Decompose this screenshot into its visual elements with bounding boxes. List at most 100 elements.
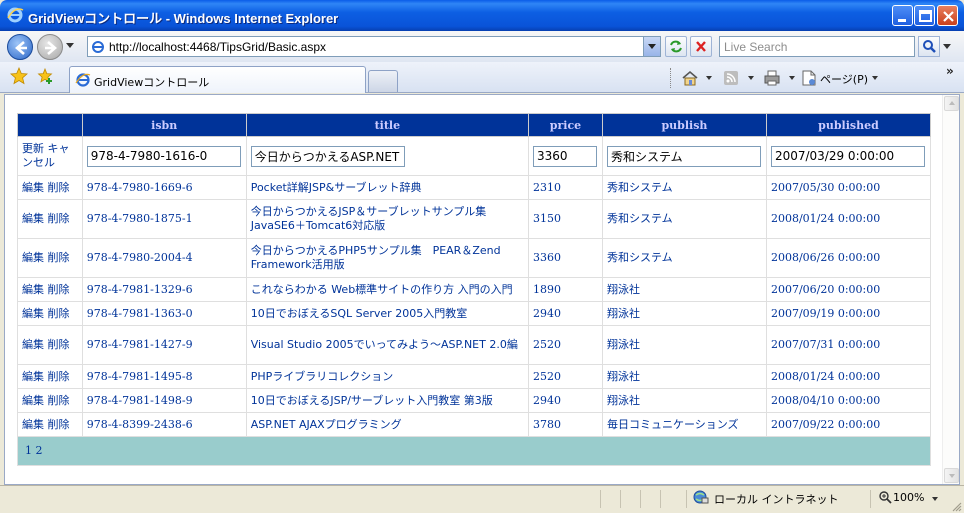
cell-isbn: 978-4-7981-1329-6 <box>81 277 247 302</box>
header-price[interactable]: price <box>527 113 603 137</box>
page-menu-label: ページ(P) <box>820 73 868 86</box>
close-button[interactable] <box>937 5 958 26</box>
zoom-level[interactable]: 100% <box>893 491 924 504</box>
page-menu-button[interactable]: ページ(P) <box>800 68 880 88</box>
new-tab-button[interactable] <box>368 70 398 92</box>
published-input[interactable] <box>770 145 925 167</box>
header-publish[interactable]: publish <box>601 113 767 137</box>
header-published[interactable]: published <box>765 113 932 137</box>
isbn-input[interactable] <box>86 145 241 167</box>
cell-price: 3150 <box>527 199 603 239</box>
edit-link[interactable]: 編集 <box>22 307 44 320</box>
cell-published: 2007/09/19 0:00:00 <box>765 301 932 326</box>
edit-link[interactable]: 編集 <box>22 212 44 225</box>
edit-link[interactable]: 編集 <box>22 370 44 383</box>
cell-title: ASP.NET AJAXプログラミング <box>245 412 529 437</box>
cell-isbn: 978-4-8399-2438-6 <box>81 412 247 437</box>
favorites-star-icon[interactable] <box>10 67 28 85</box>
delete-link[interactable]: 削除 <box>48 418 70 431</box>
security-zone-label[interactable]: ローカル イントラネット <box>714 491 839 507</box>
edit-title-cell <box>245 136 529 176</box>
feeds-button[interactable] <box>722 68 758 88</box>
table-row: 編集 削除 978-4-7980-1669-6 Pocket詳解JSP&サーブレット… <box>17 175 932 200</box>
search-input[interactable]: Live Search <box>719 36 915 57</box>
edit-published-cell <box>765 136 932 176</box>
add-favorites-icon[interactable] <box>36 67 54 85</box>
edit-link[interactable]: 編集 <box>22 283 44 296</box>
header-command <box>17 113 83 137</box>
back-button[interactable] <box>7 34 33 60</box>
delete-link[interactable]: 削除 <box>48 338 70 351</box>
cell-title: 今日からつかえるJSP＆サーブレットサンプル集 JavaSE6＋Tomcat6対… <box>245 199 529 239</box>
header-title[interactable]: title <box>245 113 529 137</box>
edit-link[interactable]: 編集 <box>22 251 44 264</box>
edit-link[interactable]: 編集 <box>22 338 44 351</box>
cell-published: 2007/07/31 0:00:00 <box>765 325 932 365</box>
scroll-down-button[interactable] <box>944 468 959 483</box>
back-arrow-icon <box>15 41 27 55</box>
more-commands-chevron-icon[interactable]: » <box>946 64 954 78</box>
print-button[interactable] <box>763 68 799 88</box>
delete-link[interactable]: 削除 <box>48 370 70 383</box>
edit-publish-cell <box>601 136 767 176</box>
header-isbn[interactable]: isbn <box>81 113 247 137</box>
publish-input[interactable] <box>606 145 761 167</box>
address-dropdown[interactable] <box>643 37 660 56</box>
cell-price: 2520 <box>527 364 603 389</box>
zoom-dropdown-icon[interactable] <box>932 497 938 501</box>
grid-header-row: isbn title price publish published <box>17 113 932 137</box>
row-commands: 編集 削除 <box>17 301 83 326</box>
edit-link[interactable]: 編集 <box>22 394 44 407</box>
delete-link[interactable]: 削除 <box>48 251 70 264</box>
cell-published: 2007/09/22 0:00:00 <box>765 412 932 437</box>
minimize-icon <box>898 19 906 22</box>
cell-isbn: 978-4-7981-1363-0 <box>81 301 247 326</box>
close-icon <box>943 11 954 22</box>
delete-link[interactable]: 削除 <box>48 283 70 296</box>
cell-isbn: 978-4-7981-1427-9 <box>81 325 247 365</box>
table-row: 編集 削除 978-4-7980-1875-1 今日からつかえるJSP＆サーブレット… <box>17 199 932 239</box>
search-options-dropdown[interactable] <box>943 44 951 49</box>
home-button[interactable] <box>681 68 717 88</box>
gridview-table: isbn title price publish published 更新 キャ… <box>17 113 932 466</box>
search-button[interactable] <box>918 36 940 57</box>
row-commands: 編集 削除 <box>17 277 83 302</box>
maximize-button[interactable] <box>914 5 935 26</box>
scroll-up-button[interactable] <box>944 96 959 111</box>
cell-publish: 秀和システム <box>601 238 767 278</box>
zoom-icon <box>879 491 892 504</box>
cell-title: Pocket詳解JSP&サーブレット辞典 <box>245 175 529 200</box>
status-bar: ローカル イントラネット 100% <box>0 485 964 513</box>
stop-button[interactable] <box>690 36 712 57</box>
refresh-button[interactable] <box>665 36 687 57</box>
vertical-scrollbar[interactable] <box>942 95 959 484</box>
edit-link[interactable]: 編集 <box>22 181 44 194</box>
minimize-button[interactable] <box>892 5 913 26</box>
row-commands: 編集 削除 <box>17 325 83 365</box>
pager-page-2[interactable]: 2 <box>36 444 43 457</box>
page-menu-icon <box>802 70 816 86</box>
price-input[interactable] <box>532 145 597 167</box>
page-dropdown-icon <box>872 76 878 80</box>
cell-published: 2008/04/10 0:00:00 <box>765 388 932 413</box>
update-link[interactable]: 更新 <box>22 142 44 155</box>
cell-publish: 翔泳社 <box>601 388 767 413</box>
tab-gridview[interactable]: GridViewコントロール <box>69 66 366 93</box>
edit-price-cell <box>527 136 603 176</box>
delete-link[interactable]: 削除 <box>48 307 70 320</box>
edit-link[interactable]: 編集 <box>22 418 44 431</box>
delete-link[interactable]: 削除 <box>48 394 70 407</box>
status-divider <box>870 490 871 508</box>
recent-pages-dropdown[interactable] <box>66 43 74 48</box>
forward-arrow-icon <box>45 41 57 55</box>
cell-title: 10日でおぼえるSQL Server 2005入門教室 <box>245 301 529 326</box>
address-field[interactable]: http://localhost:4468/TipsGrid/Basic.asp… <box>87 36 661 57</box>
delete-link[interactable]: 削除 <box>48 212 70 225</box>
table-row: 編集 削除 978-4-7981-1329-6 これならわかる Web標準サイトの作… <box>17 277 932 302</box>
forward-button[interactable] <box>37 34 63 60</box>
cell-title: PHPライブラリコレクション <box>245 364 529 389</box>
delete-link[interactable]: 削除 <box>48 181 70 194</box>
title-input[interactable] <box>250 145 405 167</box>
resize-grip-icon[interactable] <box>950 500 962 512</box>
cell-isbn: 978-4-7980-1669-6 <box>81 175 247 200</box>
